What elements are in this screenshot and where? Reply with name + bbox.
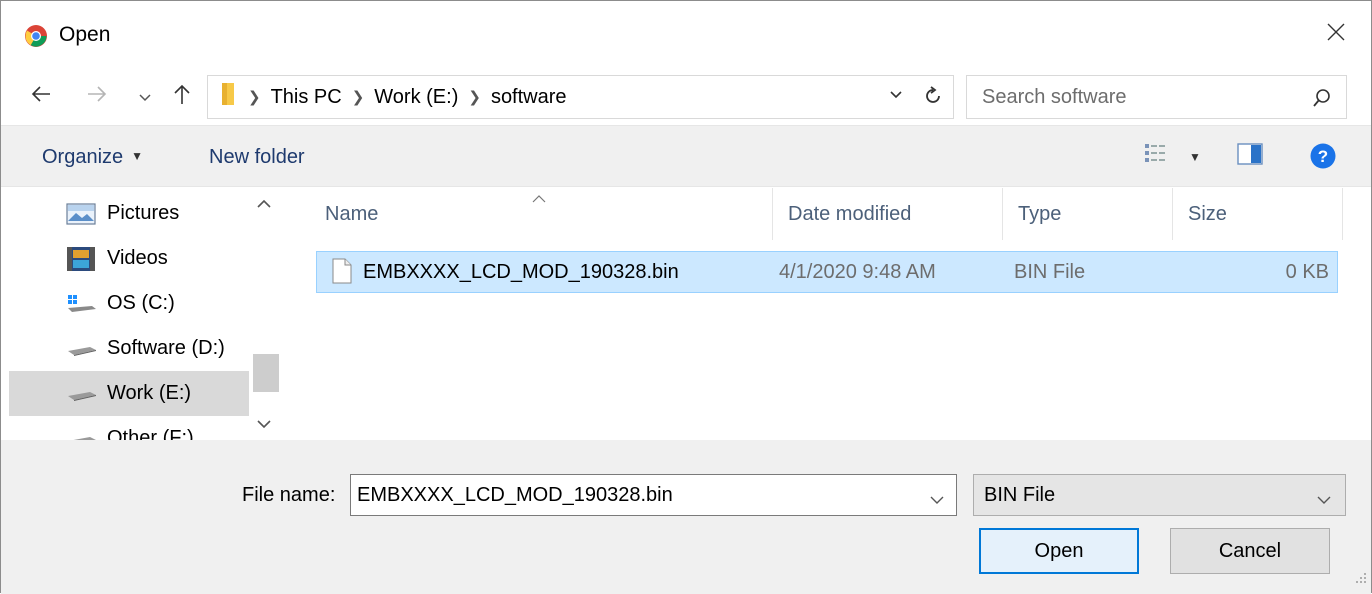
breadcrumb-software[interactable]: software xyxy=(491,86,567,109)
nav-item-pictures[interactable]: Pictures xyxy=(9,191,249,236)
file-list: Name Date modified Type Size EMBXXXX_LCD… xyxy=(289,188,1371,440)
resize-grip-icon[interactable] xyxy=(1355,568,1367,590)
up-button[interactable] xyxy=(167,81,197,113)
organize-button[interactable]: Organize ▼ xyxy=(42,146,143,169)
preview-pane-icon[interactable] xyxy=(1237,143,1263,171)
nav-item-other-f[interactable]: Other (F:) xyxy=(9,416,249,440)
nav-item-label: Videos xyxy=(107,247,168,269)
open-button[interactable]: Open xyxy=(979,528,1139,574)
recent-locations-button[interactable] xyxy=(135,81,155,113)
column-header-label: Date modified xyxy=(788,202,912,225)
nav-item-videos[interactable]: Videos xyxy=(9,236,249,281)
file-type-value: BIN File xyxy=(984,484,1056,506)
nav-item-work-e[interactable]: Work (E:) xyxy=(9,371,249,416)
breadcrumb-separator-icon: ❯ xyxy=(351,89,365,106)
column-header-date-modified[interactable]: Date modified xyxy=(773,188,1003,240)
scroll-down-icon[interactable] xyxy=(257,416,271,432)
chevron-down-icon xyxy=(139,86,151,108)
cancel-button[interactable]: Cancel xyxy=(1170,528,1330,574)
column-header-name[interactable]: Name xyxy=(310,188,773,240)
chrome-icon xyxy=(24,24,48,48)
new-folder-button[interactable]: New folder xyxy=(209,146,305,169)
back-arrow-icon xyxy=(30,85,52,109)
column-header-size[interactable]: Size xyxy=(1173,188,1343,240)
scroll-up-icon[interactable] xyxy=(257,196,271,212)
up-arrow-icon xyxy=(173,83,191,111)
drive-icon xyxy=(66,426,106,440)
file-date: 4/1/2020 9:48 AM xyxy=(779,261,936,283)
search-input[interactable]: Search software xyxy=(966,75,1347,119)
nav-item-label: Software (D:) xyxy=(107,337,225,359)
nav-scrollbar[interactable] xyxy=(251,188,281,440)
drive-icon xyxy=(66,381,106,407)
file-icon xyxy=(332,258,352,290)
file-type-select[interactable]: BIN File xyxy=(973,474,1346,516)
breadcrumb-separator-icon: ❯ xyxy=(248,89,261,106)
file-name-label: File name: xyxy=(242,484,336,506)
nav-item-label: OS (C:) xyxy=(107,292,175,314)
scrollbar-thumb[interactable] xyxy=(253,354,279,392)
help-icon[interactable]: ? xyxy=(1310,143,1336,175)
command-bar: Organize ▼ New folder ▼ ? xyxy=(1,125,1371,187)
close-button[interactable] xyxy=(1301,7,1371,63)
file-name: EMBXXXX_LCD_MOD_190328.bin xyxy=(363,261,679,283)
search-placeholder: Search software xyxy=(982,86,1127,108)
view-dropdown-icon[interactable]: ▼ xyxy=(1189,150,1201,164)
forward-button[interactable] xyxy=(81,81,113,113)
dropdown-arrow-icon: ▼ xyxy=(131,149,144,163)
file-type: BIN File xyxy=(1014,261,1086,283)
open-file-dialog: Open ❯ This PC ❯ Work (E:) ❯ software Se… xyxy=(0,0,1372,594)
file-name-value: EMBXXXX_LCD_MOD_190328.bin xyxy=(357,484,673,506)
nav-item-label: Other (F:) xyxy=(107,427,194,440)
nav-item-software-d[interactable]: Software (D:) xyxy=(9,326,249,371)
breadcrumb-work-drive[interactable]: Work (E:) xyxy=(374,86,458,109)
address-bar[interactable]: ❯ This PC ❯ Work (E:) ❯ software xyxy=(207,75,954,119)
breadcrumb-this-pc[interactable]: This PC xyxy=(271,86,342,109)
column-header-label: Name xyxy=(325,202,379,225)
close-icon xyxy=(1326,22,1346,48)
breadcrumb: ❯ This PC ❯ Work (E:) ❯ software xyxy=(218,76,567,118)
address-row: ❯ This PC ❯ Work (E:) ❯ software Search … xyxy=(1,69,1371,125)
organize-label: Organize xyxy=(42,146,124,168)
view-options-icon[interactable] xyxy=(1144,142,1168,172)
nav-item-os-c[interactable]: OS (C:) xyxy=(9,281,249,326)
column-header-type[interactable]: Type xyxy=(1003,188,1173,240)
file-name-field[interactable]: EMBXXXX_LCD_MOD_190328.bin xyxy=(350,474,957,516)
videos-icon xyxy=(66,246,106,272)
nav-item-label: Work (E:) xyxy=(107,382,192,404)
search-icon[interactable] xyxy=(1312,88,1332,114)
pictures-icon xyxy=(66,201,106,227)
column-header-label: Size xyxy=(1188,202,1227,225)
window-title: Open xyxy=(59,23,111,46)
column-header-label: Type xyxy=(1018,202,1062,225)
drive-icon xyxy=(66,336,106,362)
nav-item-label: Pictures xyxy=(107,202,180,224)
address-history-dropdown[interactable] xyxy=(889,86,903,108)
dialog-footer: File name: EMBXXXX_LCD_MOD_190328.bin BI… xyxy=(1,440,1371,594)
forward-arrow-icon xyxy=(86,85,108,109)
windows-drive-icon xyxy=(66,291,106,317)
file-row[interactable]: EMBXXXX_LCD_MOD_190328.bin 4/1/2020 9:48… xyxy=(316,251,1338,293)
title-bar: Open xyxy=(1,1,1371,69)
file-size: 0 KB xyxy=(1285,261,1329,283)
back-button[interactable] xyxy=(25,81,57,113)
chevron-down-icon[interactable] xyxy=(930,489,944,511)
svg-text:?: ? xyxy=(1318,147,1328,166)
folder-icon xyxy=(218,81,238,113)
breadcrumb-separator-icon: ❯ xyxy=(468,89,481,106)
refresh-icon[interactable] xyxy=(921,84,945,114)
chevron-down-icon xyxy=(1317,489,1331,511)
navigation-pane: Pictures Videos OS (C:) Software (D:) Wo… xyxy=(1,188,281,440)
